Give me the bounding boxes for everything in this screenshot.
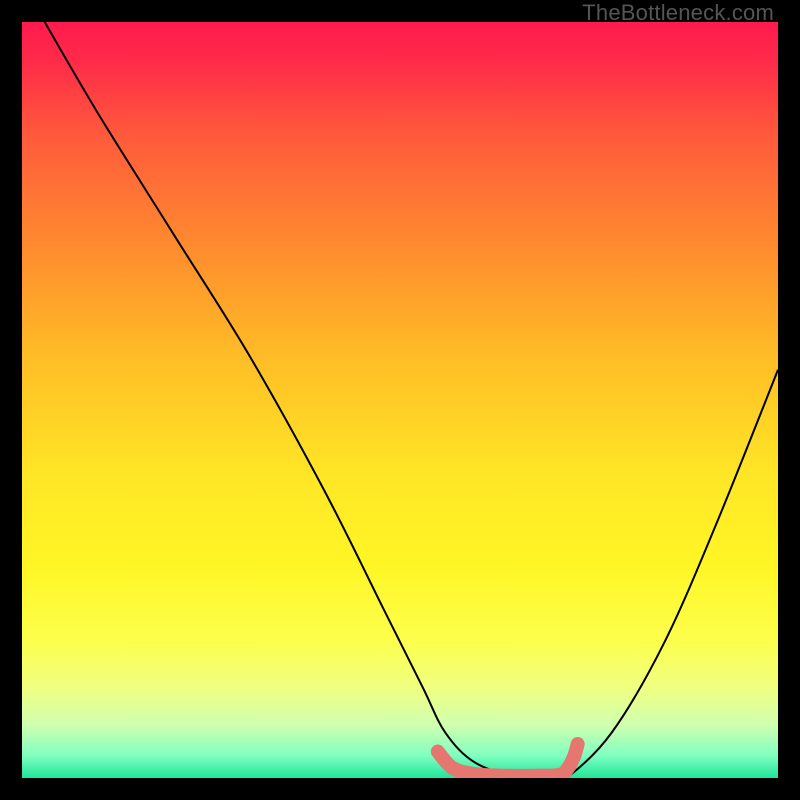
gradient-background [22,22,778,778]
chart-frame [22,22,778,778]
chart-svg [22,22,778,778]
watermark-text: TheBottleneck.com [582,0,774,26]
